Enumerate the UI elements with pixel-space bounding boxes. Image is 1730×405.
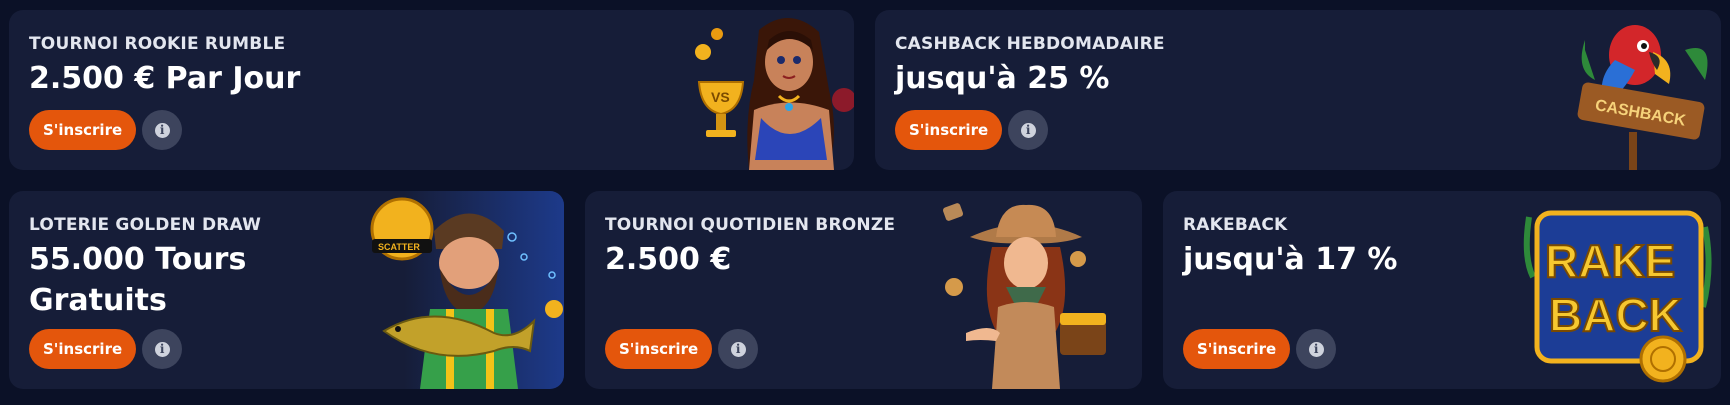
parrot-cashback-illustration: CASHBACK: [1577, 25, 1708, 170]
promo-card-rakeback[interactable]: RAKEBACK jusqu'à 17 % S'inscrire i RAKE …: [1163, 191, 1721, 389]
info-button[interactable]: i: [1008, 110, 1049, 150]
svg-text:BACK: BACK: [1549, 289, 1682, 341]
info-button[interactable]: i: [142, 329, 183, 369]
svg-text:VS: VS: [711, 89, 730, 105]
promo-title: LOTERIE GOLDEN DRAW: [29, 215, 262, 235]
info-button[interactable]: i: [718, 329, 759, 369]
promo-card-golden-draw[interactable]: LOTERIE GOLDEN DRAW 55.000 Tours Gratuit…: [9, 191, 564, 389]
promo-prize: jusqu'à 25 %: [895, 61, 1110, 96]
promo-prize: 2.500 €: [605, 242, 732, 277]
info-icon: i: [1020, 122, 1036, 138]
promo-title: TOURNOI ROOKIE RUMBLE: [29, 34, 286, 54]
promo-card-rookie-rumble[interactable]: TOURNOI ROOKIE RUMBLE 2.500 € Par Jour S…: [9, 10, 854, 170]
promo-card-daily-bronze[interactable]: TOURNOI QUOTIDIEN BRONZE 2.500 € S'inscr…: [585, 191, 1142, 389]
cowgirl-treasure-illustration: [942, 203, 1106, 389]
join-button[interactable]: S'inscrire: [1183, 329, 1291, 369]
join-button[interactable]: S'inscrire: [29, 329, 137, 369]
genie-woman-trophy-illustration: VS: [695, 17, 854, 170]
join-button[interactable]: S'inscrire: [895, 110, 1003, 150]
info-icon: i: [730, 341, 746, 357]
promo-card-weekly-cashback[interactable]: CASHBACK HEBDOMADAIRE jusqu'à 25 % S'ins…: [875, 10, 1721, 170]
promo-title: RAKEBACK: [1183, 215, 1288, 235]
promo-prize: 55.000 Tours Gratuits: [29, 242, 247, 318]
svg-text:SCATTER: SCATTER: [378, 242, 420, 252]
rakeback-logo-illustration: RAKE BACK: [1523, 210, 1712, 383]
promo-prize: 2.500 € Par Jour: [29, 61, 301, 96]
info-button[interactable]: i: [1296, 329, 1337, 369]
fisherman-scatter-illustration: SCATTER: [370, 191, 564, 389]
join-button[interactable]: S'inscrire: [29, 110, 137, 150]
svg-text:RAKE: RAKE: [1545, 235, 1675, 287]
info-button[interactable]: i: [142, 110, 183, 150]
promo-prize: jusqu'à 17 %: [1183, 242, 1398, 277]
info-icon: i: [1308, 341, 1324, 357]
promo-title: CASHBACK HEBDOMADAIRE: [895, 34, 1165, 54]
info-icon: i: [154, 341, 170, 357]
promo-title: TOURNOI QUOTIDIEN BRONZE: [605, 215, 896, 235]
join-button[interactable]: S'inscrire: [605, 329, 713, 369]
info-icon: i: [154, 122, 170, 138]
